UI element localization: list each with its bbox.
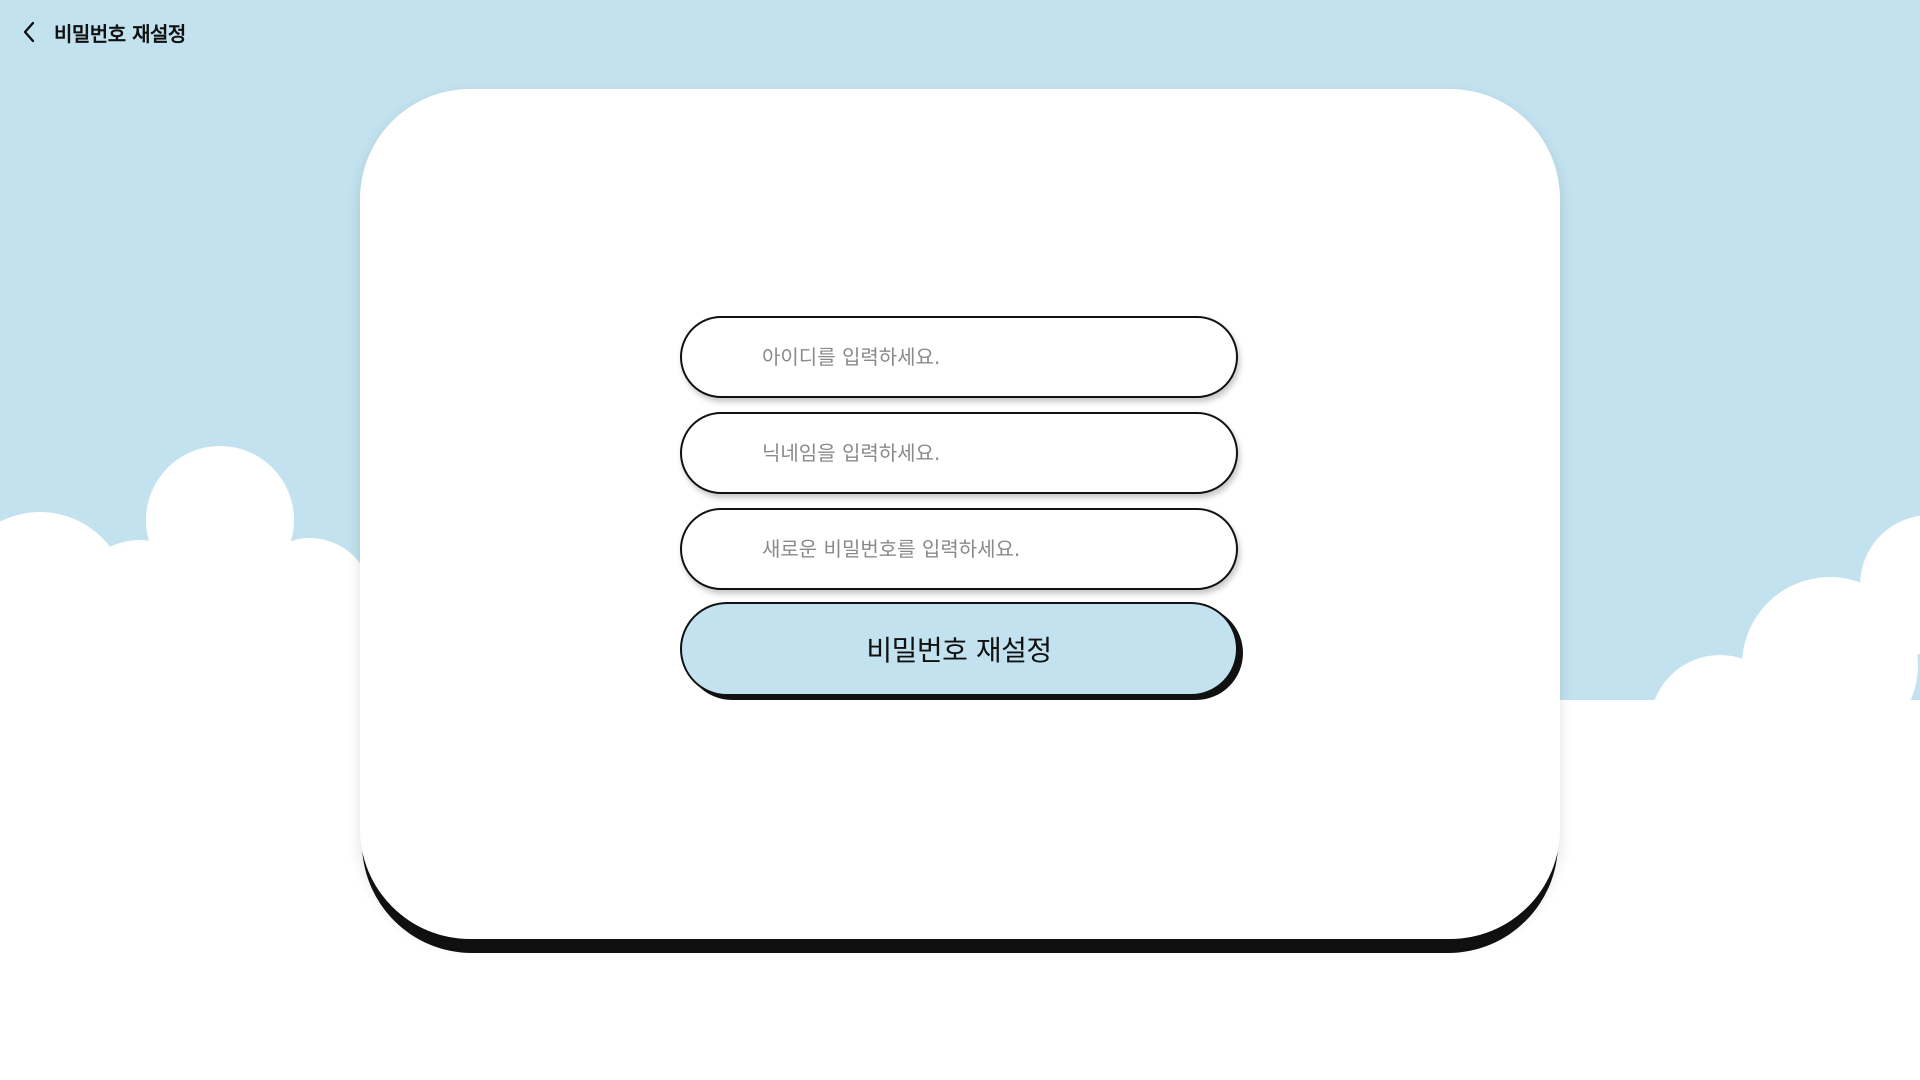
back-navigation[interactable]: 비밀번호 재설정 xyxy=(22,17,186,47)
reset-password-card: 비밀번호 재설정 xyxy=(360,89,1560,939)
new-password-field[interactable] xyxy=(680,508,1238,590)
nickname-field[interactable] xyxy=(680,412,1238,494)
page-title: 비밀번호 재설정 xyxy=(54,21,186,46)
id-field[interactable] xyxy=(680,316,1238,398)
nickname-input[interactable] xyxy=(682,414,1236,492)
reset-password-button[interactable]: 비밀번호 재설정 xyxy=(680,602,1238,696)
new-password-input[interactable] xyxy=(682,510,1236,588)
reset-password-form: 비밀번호 재설정 xyxy=(680,316,1240,696)
id-input[interactable] xyxy=(682,318,1236,396)
chevron-left-icon[interactable] xyxy=(22,20,40,44)
